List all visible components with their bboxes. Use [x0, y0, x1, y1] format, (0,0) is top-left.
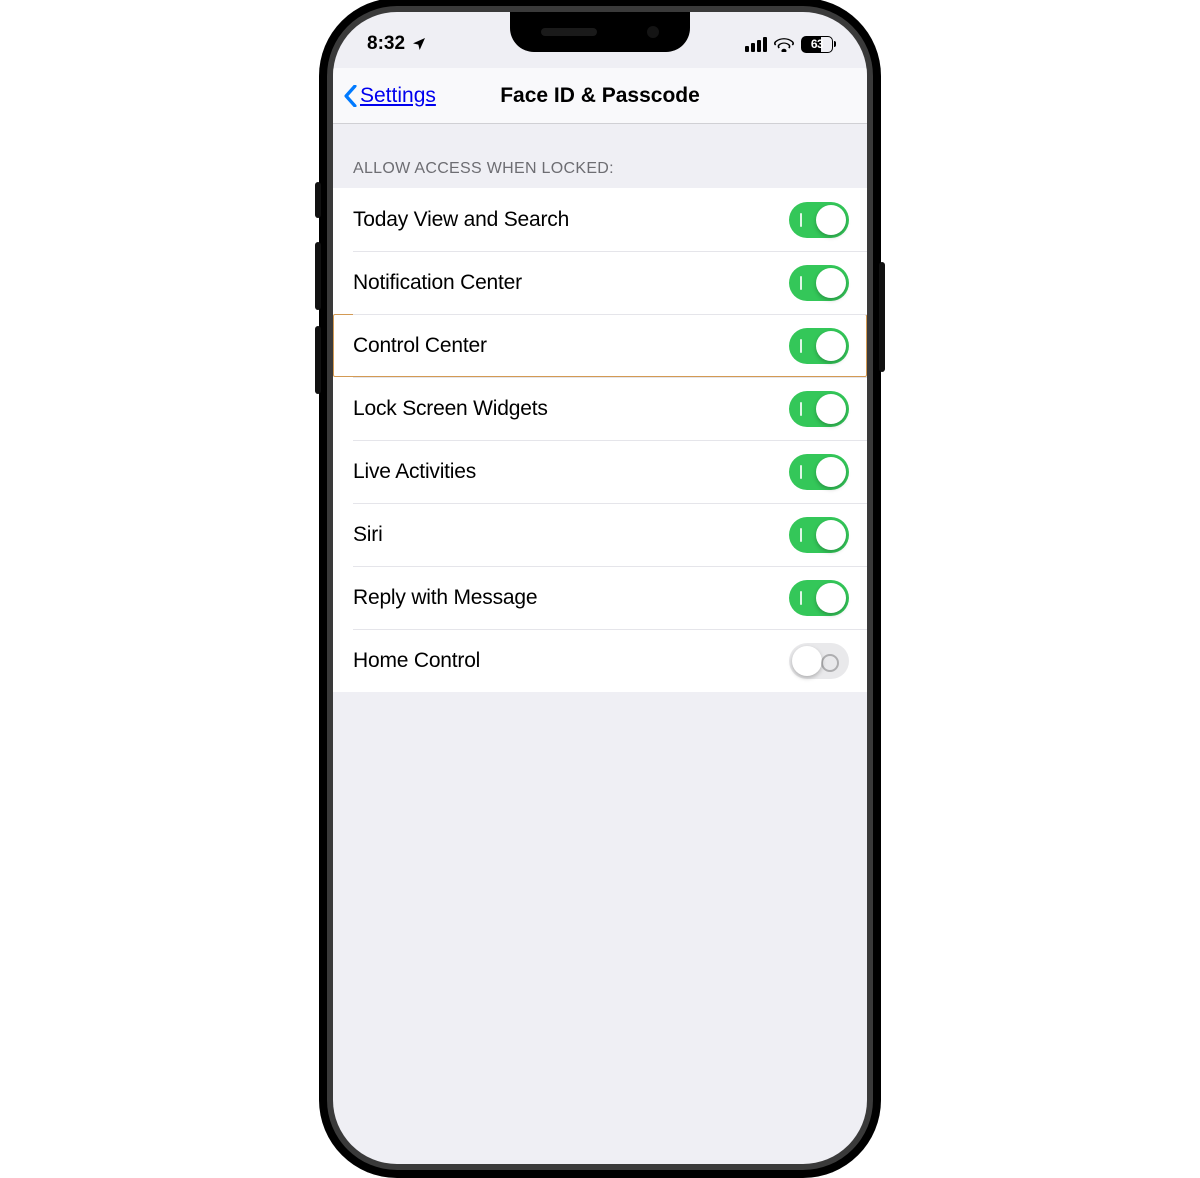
volume-down-button [315, 326, 321, 394]
phone-frame: 8:32 63 [319, 0, 881, 1178]
mute-switch [315, 182, 321, 218]
power-button [879, 262, 885, 372]
row-label: Today View and Search [353, 208, 569, 232]
row-label: Notification Center [353, 271, 522, 295]
settings-row[interactable]: Lock Screen Widgets [333, 377, 867, 440]
location-icon [411, 36, 427, 52]
toggle-knob [816, 520, 846, 550]
cellular-icon [745, 37, 767, 52]
status-time: 8:32 [367, 33, 405, 55]
settings-row[interactable]: Control Center [333, 314, 867, 377]
toggle-knob [792, 646, 822, 676]
toggle-switch[interactable] [789, 580, 849, 616]
toggle-knob [816, 205, 846, 235]
settings-row[interactable]: Today View and Search [333, 188, 867, 251]
toggle-knob [816, 394, 846, 424]
battery-icon: 63 [801, 36, 833, 53]
toggle-switch[interactable] [789, 517, 849, 553]
toggle-switch[interactable] [789, 454, 849, 490]
row-label: Live Activities [353, 460, 476, 484]
settings-row[interactable]: Home Control [333, 629, 867, 692]
settings-row[interactable]: Notification Center [333, 251, 867, 314]
settings-row[interactable]: Reply with Message [333, 566, 867, 629]
row-label: Siri [353, 523, 383, 547]
back-button[interactable]: Settings [343, 84, 436, 108]
settings-row[interactable]: Siri [333, 503, 867, 566]
toggle-knob [816, 457, 846, 487]
toggle-knob [816, 331, 846, 361]
toggle-switch[interactable] [789, 643, 849, 679]
settings-row[interactable]: Live Activities [333, 440, 867, 503]
toggle-knob [816, 583, 846, 613]
chevron-left-icon [343, 85, 358, 107]
nav-bar: Settings Face ID & Passcode [333, 68, 867, 124]
speaker-grill [541, 28, 597, 36]
row-label: Home Control [353, 649, 480, 673]
row-label: Control Center [353, 334, 487, 358]
toggle-switch[interactable] [789, 202, 849, 238]
settings-list: Today View and Search Notification Center… [333, 188, 867, 692]
volume-up-button [315, 242, 321, 310]
front-camera [647, 26, 659, 38]
toggle-switch[interactable] [789, 328, 849, 364]
row-label: Reply with Message [353, 586, 537, 610]
back-label: Settings [360, 84, 436, 108]
section-header: ALLOW ACCESS WHEN LOCKED: [333, 124, 867, 188]
content-scroll[interactable]: ALLOW ACCESS WHEN LOCKED: Today View and… [333, 124, 867, 1164]
notch [510, 12, 690, 52]
toggle-switch[interactable] [789, 391, 849, 427]
toggle-knob [816, 268, 846, 298]
screen: 8:32 63 [333, 12, 867, 1164]
wifi-icon [774, 37, 794, 52]
toggle-switch[interactable] [789, 265, 849, 301]
row-label: Lock Screen Widgets [353, 397, 548, 421]
